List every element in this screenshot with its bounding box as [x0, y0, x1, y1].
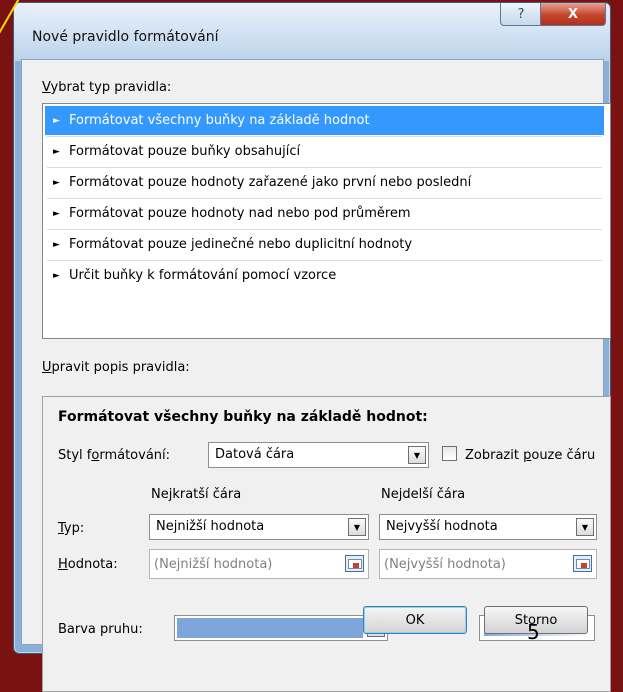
rule-description-label: Upravit popis pravidla:: [42, 360, 190, 375]
bullet-icon: ►: [53, 115, 60, 126]
bullet-icon: ►: [53, 239, 60, 250]
rule-type-item[interactable]: ► Formátovat pouze jedinečné nebo duplic…: [45, 230, 604, 259]
rule-type-item[interactable]: ► Formátovat pouze buňky obsahující: [45, 137, 604, 166]
min-value-input[interactable]: (Nejnižší hodnota): [149, 549, 369, 579]
dialog-window: Nové pravidlo formátování ? X Vybrat typ…: [13, 2, 611, 692]
longest-bar-heading: Nejdelší čára: [381, 487, 466, 502]
ok-button[interactable]: OK: [363, 606, 467, 634]
help-button[interactable]: ?: [500, 3, 542, 26]
rule-type-item[interactable]: ► Formátovat všechny buňky na základě ho…: [45, 106, 604, 135]
slide-number: 5: [527, 620, 540, 644]
bar-color-select[interactable]: ▼: [174, 615, 388, 641]
max-value-input[interactable]: (Nejvyšší hodnota): [379, 549, 597, 579]
format-style-label: Styl formátování:: [58, 448, 171, 463]
rule-type-item[interactable]: ► Formátovat pouze hodnoty nad nebo pod …: [45, 199, 604, 228]
type-label: Typ:: [58, 521, 85, 536]
rule-heading: Formátovat všechny buňky na základě hodn…: [58, 409, 428, 425]
show-bar-only-label[interactable]: Zobrazit pouze čáru: [465, 448, 595, 463]
bullet-icon: ►: [53, 146, 60, 157]
rule-type-list[interactable]: ► Formátovat všechny buňky na základě ho…: [42, 103, 611, 339]
help-icon: ?: [517, 6, 525, 22]
rule-type-item[interactable]: ► Formátovat pouze hodnoty zařazené jako…: [45, 168, 604, 197]
bullet-icon: ►: [53, 270, 60, 281]
close-icon: X: [567, 6, 579, 22]
value-label: Hodnota:: [58, 557, 118, 572]
rule-type-label: Vybrat typ pravidla:: [42, 80, 172, 95]
max-type-select[interactable]: Nejvyšší hodnota ▼: [379, 514, 597, 540]
range-picker-icon[interactable]: [345, 555, 364, 572]
title-bar[interactable]: Nové pravidlo formátování ? X: [14, 3, 610, 61]
bar-color-swatch: [177, 618, 363, 638]
chevron-down-icon[interactable]: ▼: [576, 518, 594, 536]
close-button[interactable]: X: [540, 3, 606, 26]
bullet-icon: ►: [53, 177, 60, 188]
dialog-client-area: Vybrat typ pravidla: ► Formátovat všechn…: [21, 59, 611, 692]
range-picker-icon[interactable]: [573, 555, 592, 572]
chevron-down-icon[interactable]: ▼: [408, 446, 426, 464]
min-type-select[interactable]: Nejnižší hodnota ▼: [149, 514, 369, 540]
rule-description-panel: Formátovat všechny buňky na základě hodn…: [42, 396, 611, 692]
show-bar-only-checkbox[interactable]: [442, 446, 457, 461]
rule-type-item[interactable]: ► Určit buňky k formátování pomocí vzorc…: [45, 261, 604, 290]
bullet-icon: ►: [53, 208, 60, 219]
bar-color-label: Barva pruhu:: [58, 622, 143, 637]
chevron-down-icon[interactable]: ▼: [348, 518, 366, 536]
shortest-bar-heading: Nejkratší čára: [151, 487, 242, 502]
window-title: Nové pravidlo formátování: [32, 29, 219, 45]
format-style-select[interactable]: Datová čára ▼: [208, 442, 429, 468]
